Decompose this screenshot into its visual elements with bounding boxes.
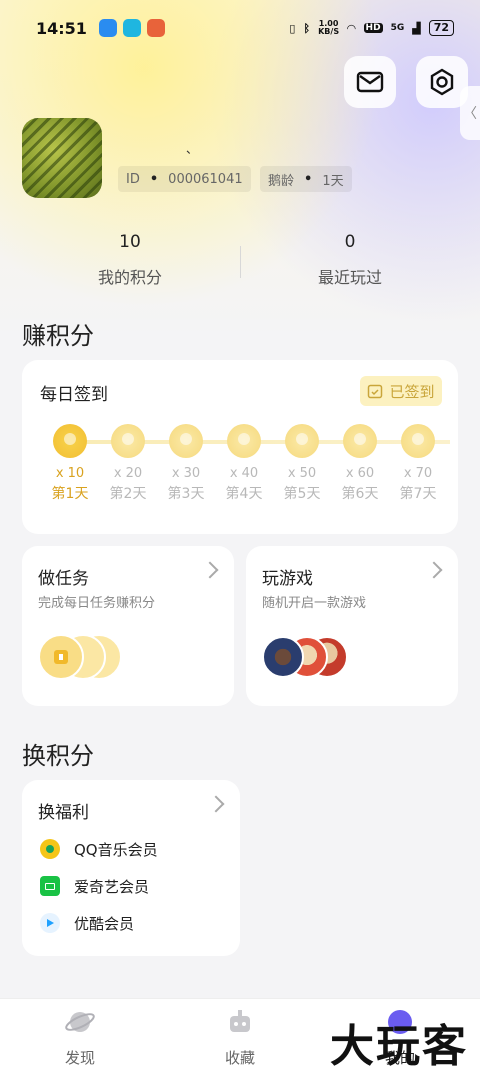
checkin-day-reward: x 60 bbox=[345, 466, 375, 481]
coin-icon bbox=[111, 424, 145, 458]
benefits-title: 换福利 bbox=[38, 803, 89, 823]
earn-points-title: 赚积分 bbox=[22, 322, 94, 350]
username: 、 bbox=[186, 142, 199, 156]
task-title: 做任务 bbox=[38, 569, 89, 589]
network-speed: 1.00 KB/S bbox=[318, 19, 340, 36]
status-time: 14:51 bbox=[36, 18, 87, 38]
benefit-qq-music[interactable]: QQ音乐会员 bbox=[40, 837, 158, 861]
task-card[interactable]: 做任务 完成每日任务赚积分 bbox=[22, 546, 234, 706]
game-title: 玩游戏 bbox=[262, 569, 313, 589]
recent-played-stat[interactable]: 0 最近玩过 bbox=[270, 232, 430, 288]
nav-discover[interactable]: 发现 bbox=[40, 1007, 120, 1068]
points-value: 10 bbox=[119, 232, 141, 252]
checkin-day-label: 第3天 bbox=[167, 486, 205, 502]
signal-icon: ▟ bbox=[412, 21, 421, 35]
qq-music-icon bbox=[40, 839, 60, 859]
benefits-card[interactable]: 换福利 QQ音乐会员 爱奇艺会员 优酷会员 bbox=[22, 780, 240, 956]
checkin-day-label: 第6天 bbox=[341, 486, 379, 502]
chevron-right-icon bbox=[207, 795, 225, 813]
checkin-day-2: x 20 第2天 bbox=[100, 424, 156, 503]
planet-icon bbox=[65, 1012, 95, 1032]
cloud-app-icon bbox=[98, 19, 117, 37]
stats-row: 10 我的积分 0 最近玩过 bbox=[0, 232, 480, 292]
wifi-icon: ◠ bbox=[347, 21, 356, 35]
task-coin-icon bbox=[38, 634, 84, 680]
edge-app-icon bbox=[122, 19, 141, 37]
signal-label: 5G bbox=[390, 23, 405, 33]
game-avatar-1 bbox=[262, 636, 304, 678]
benefit-youku[interactable]: 优酷会员 bbox=[40, 911, 134, 935]
nav-favorites[interactable]: 收藏 bbox=[200, 1007, 280, 1068]
bluetooth-icon: ᛒ bbox=[303, 21, 311, 35]
coin-icon bbox=[343, 424, 377, 458]
checkin-day-reward: x 50 bbox=[287, 466, 317, 481]
daily-checkin-card: 每日签到 已签到 x 10 第1天 x 20 第2天 x 30 第3天 x 40 第4天 x 5… bbox=[22, 360, 458, 534]
status-bar: 14:51 ▯ ᛒ 1.00 KB/S ◠ HD 5G ▟ 72 bbox=[0, 0, 480, 56]
checkin-day-label: 第2天 bbox=[109, 486, 147, 502]
checkin-day-6: x 60 第6天 bbox=[332, 424, 388, 503]
checkin-day-reward: x 30 bbox=[171, 466, 201, 481]
stats-divider bbox=[240, 246, 241, 278]
checkin-day-reward: x 40 bbox=[229, 466, 259, 481]
coin-icon bbox=[227, 424, 261, 458]
checkin-day-reward: x 10 bbox=[55, 466, 85, 481]
points-label: 我的积分 bbox=[97, 268, 162, 287]
robot-icon bbox=[230, 1010, 250, 1032]
chevron-left-icon: 〈 bbox=[463, 106, 477, 122]
vibrate-icon: ▯ bbox=[289, 21, 296, 35]
coin-icon bbox=[285, 424, 319, 458]
checkin-day-label: 第1天 bbox=[51, 486, 89, 502]
signed-in-button[interactable]: 已签到 bbox=[360, 376, 442, 406]
benefit-iqiyi[interactable]: 爱奇艺会员 bbox=[40, 874, 149, 898]
side-panel-handle[interactable]: 〈 bbox=[460, 86, 480, 140]
account-age-tag: 鹅龄 • 1天 bbox=[260, 166, 352, 192]
watermark: 大玩客 bbox=[330, 1021, 468, 1072]
hd-icon: HD bbox=[363, 23, 383, 33]
recent-played-value: 0 bbox=[344, 232, 356, 252]
chevron-right-icon bbox=[201, 561, 219, 579]
game-card[interactable]: 玩游戏 随机开启一款游戏 bbox=[246, 546, 458, 706]
gear-icon bbox=[430, 68, 454, 96]
iqiyi-icon bbox=[40, 876, 60, 896]
checkin-day-label: 第7天 bbox=[399, 486, 437, 502]
checkin-day-5: x 50 第5天 bbox=[274, 424, 330, 503]
checkin-day-reward: x 70 bbox=[403, 466, 433, 481]
game-subtitle: 随机开启一款游戏 bbox=[262, 596, 367, 611]
coin-icon bbox=[53, 424, 87, 458]
task-subtitle: 完成每日任务赚积分 bbox=[38, 596, 156, 611]
avatar[interactable] bbox=[22, 118, 102, 198]
mail-icon bbox=[356, 71, 384, 93]
checkin-day-label: 第5天 bbox=[283, 486, 321, 502]
checkin-title: 每日签到 bbox=[40, 385, 108, 405]
youku-icon bbox=[40, 913, 60, 933]
exchange-points-title: 换积分 bbox=[22, 742, 94, 770]
points-stat[interactable]: 10 我的积分 bbox=[50, 232, 210, 288]
coin-icon bbox=[401, 424, 435, 458]
account-age-value: 1天 bbox=[322, 173, 344, 189]
coin-icon bbox=[169, 424, 203, 458]
checkin-day-4: x 40 第4天 bbox=[216, 424, 272, 503]
checkin-day-label: 第4天 bbox=[225, 486, 263, 502]
checkin-day-7: x 70 第7天 bbox=[390, 424, 446, 503]
game-app-icon bbox=[146, 19, 165, 37]
user-id-tag: ID • 000061041 bbox=[118, 166, 251, 192]
checkin-day-3: x 30 第3天 bbox=[158, 424, 214, 503]
checkin-day-reward: x 20 bbox=[113, 466, 143, 481]
user-id-value: 000061041 bbox=[168, 171, 243, 187]
checkin-day-1: x 10 第1天 bbox=[42, 424, 98, 503]
recent-played-label: 最近玩过 bbox=[317, 268, 382, 287]
battery-icon: 72 bbox=[428, 20, 454, 36]
calendar-check-icon bbox=[368, 384, 383, 399]
chevron-right-icon bbox=[425, 561, 443, 579]
mail-button[interactable] bbox=[344, 56, 396, 108]
